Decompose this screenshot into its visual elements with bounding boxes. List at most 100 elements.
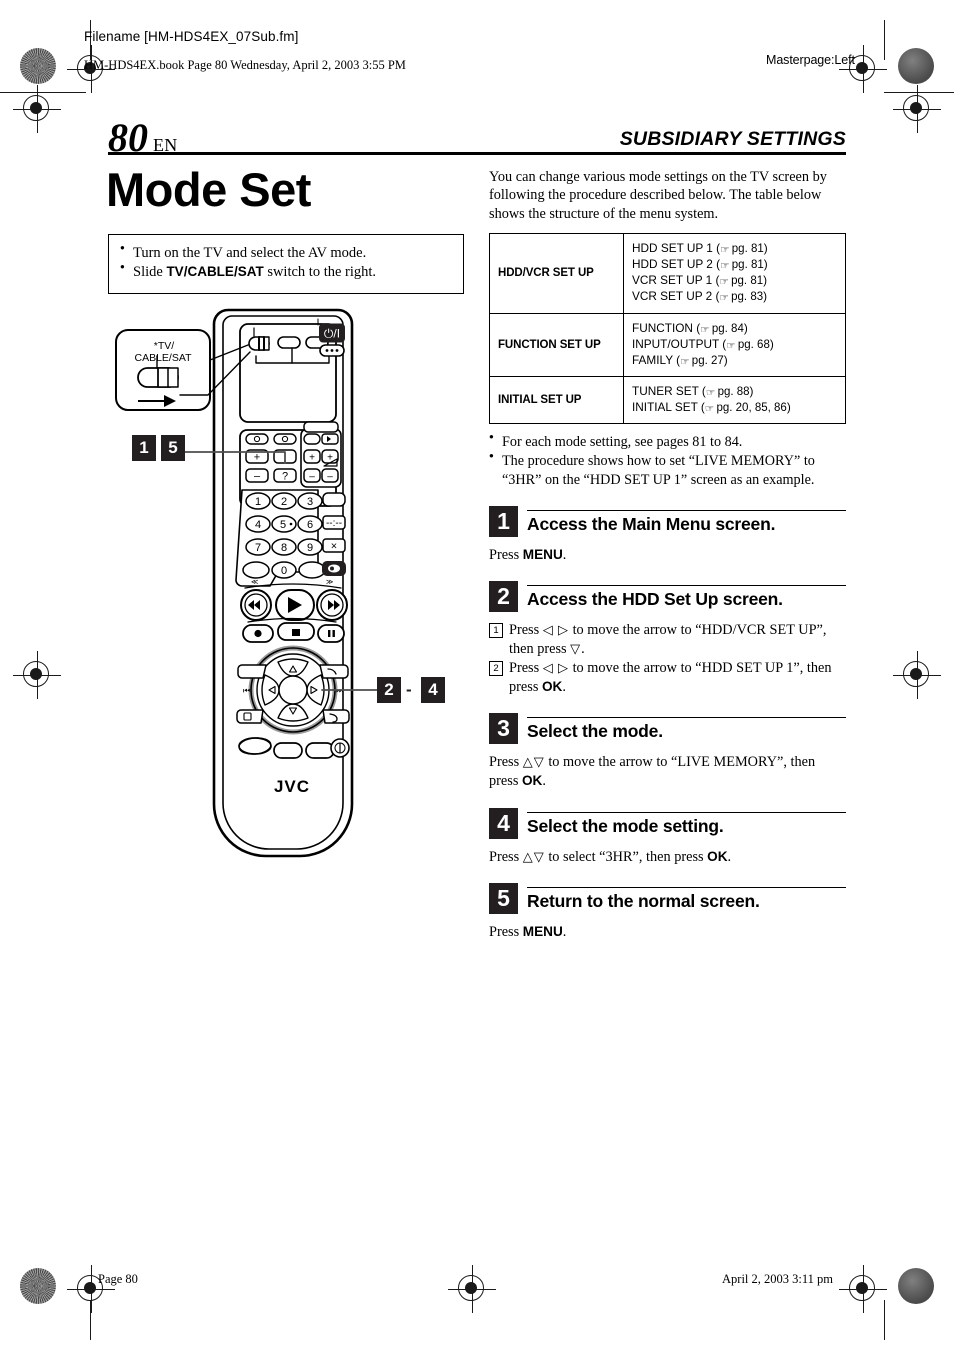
menu-item: HDD SET UP 2 (☞ pg. 81) [632,257,768,273]
step-2-substep-2: 2 Press ◁ ▷ to move the arrow to “HDD SET… [489,659,846,696]
pointing-hand-icon: ☞ [705,387,715,400]
menu-item-name: TUNER SET [632,384,699,399]
preparation-box: Turn on the TV and select the AV mode. S… [108,234,464,294]
registration-mark-bottom-right [839,1265,887,1313]
left-right-arrow-icon: ◁ ▷ [542,660,570,676]
svg-text:--:--: --:-- [326,518,342,529]
step-5-body-post: . [562,924,567,941]
registration-mark-right-middle [893,651,941,699]
preparation-list: Turn on the TV and select the AV mode. S… [120,243,452,283]
menu-item: VCR SET UP 1 (☞ pg. 81) [632,273,768,289]
section-title: SUBSIDIARY SETTINGS [619,128,846,150]
header-rule [108,152,846,155]
step-5-body: Press MENU. [489,923,846,942]
step-1-title-wrap: Access the Main Menu screen. [527,509,846,537]
menu-item-name: VCR SET UP 1 [632,273,713,288]
right-column: You can change various mode settings on … [489,168,846,942]
svg-text:1: 1 [255,496,261,508]
menu-item: INITIAL SET (☞ pg. 20, 85, 86) [632,400,791,416]
page-title: Mode Set [106,163,311,216]
substep-marker: 1 [489,623,503,639]
halftone-dot-bottom-right [898,1268,934,1304]
menu-structure-table: HDD/VCR SET UP HDD SET UP 1 (☞ pg. 81) H… [489,232,846,425]
step-1-key: MENU [522,546,563,562]
menu-item-pageref: pg. 27 [691,354,724,367]
substep-marker: 2 [489,661,503,677]
menu-item-pageref: pg. 68 [737,338,770,351]
step-1-title: Access the Main Menu screen. [527,513,776,534]
substep-post: . [562,678,566,695]
table-cell-items: HDD SET UP 1 (☞ pg. 81) HDD SET UP 2 (☞ … [623,232,846,314]
registration-mark-left-upper [13,85,61,133]
pointing-hand-icon: ☞ [700,323,709,336]
remote-control-illustration: ⏻/I + – ? + + – – 1 2 3 4 5 6 7 8 9 0 --… [108,300,464,880]
menu-item: VCR SET UP 2 (☞ pg. 83) [632,289,768,305]
intro-paragraph: You can change various mode settings on … [489,168,846,223]
step-3-body-pre: Press [489,754,523,771]
svg-text:CABLE/SAT: CABLE/SAT [135,352,193,364]
halftone-dot-bottom-left [20,1268,56,1304]
menu-item-pageref: pg. 81 [731,242,764,255]
menu-item-name: INITIAL SET [632,400,698,415]
pointing-hand-icon: ☞ [720,260,729,273]
step-2-body: 1 Press ◁ ▷ to move the arrow to “HDD/VCR… [489,621,846,696]
preparation-item-text-tail: switch to the right. [263,264,377,281]
step-2-title-wrap: Access the HDD Set Up screen. [527,585,846,612]
svg-text:9: 9 [307,542,313,554]
table-cell-category: HDD/VCR SET UP [489,232,624,314]
svg-text:4: 4 [255,519,261,531]
note-item: The procedure shows how to set “LIVE MEM… [489,451,846,488]
table-row: HDD/VCR SET UP HDD SET UP 1 (☞ pg. 81) H… [489,232,846,314]
menu-item-pageref: pg. 81 [731,275,764,288]
step-3-title: Select the mode. [527,721,663,742]
svg-text:≫: ≫ [326,579,333,586]
step-4-body-post: . [727,848,732,865]
table-cell-category: INITIAL SET UP [489,376,624,425]
step-1-number: 1 [489,505,518,537]
menu-item-name: FUNCTION [632,320,693,335]
table-row: FUNCTION SET UP FUNCTION (☞ pg. 84) INPU… [489,312,846,378]
callout-chip-step-1: 1 [133,436,155,460]
table-cell-items: TUNER SET (☞ pg. 88) INITIAL SET (☞ pg. … [623,376,846,425]
pointing-hand-icon: ☞ [680,355,689,368]
crop-line-bottom-left-vertical [90,1300,91,1340]
step-2-head: 2 Access the HDD Set Up screen. [489,581,846,613]
step-5-head: 5 Return to the normal screen. [489,883,846,915]
pointing-hand-icon: ☞ [726,339,735,352]
callout-chip-step-5: 5 [162,436,184,460]
svg-text:0: 0 [281,565,287,577]
preparation-item-bold: TV/CABLE/SAT [166,264,264,280]
step-4-number: 4 [489,807,518,839]
menu-item: TUNER SET (☞ pg. 88) [632,384,754,400]
step-2-substep-1: 1 Press ◁ ▷ to move the arrow to “HDD/VCR… [489,621,846,658]
svg-text:JVC: JVC [274,777,310,796]
callout-chip-step-4: 4 [422,678,444,702]
crop-line-bottom-right-vertical [884,1300,885,1340]
svg-text:7: 7 [255,542,261,554]
menu-item-pageref: pg. 88 [717,386,750,399]
step-1-body-post: . [562,546,567,563]
step-3-body: Press △▽ to move the arrow to “LIVE MEMO… [489,753,846,790]
table-cell-items: FUNCTION (☞ pg. 84) INPUT/OUTPUT (☞ pg. … [623,312,846,378]
registration-mark-left-middle [13,651,61,699]
crop-line-top-right-vertical [884,20,885,60]
pointing-hand-icon: ☞ [719,292,728,305]
table-row: INITIAL SET UP TUNER SET (☞ pg. 88) INIT… [489,376,846,425]
svg-text:⏻/I: ⏻/I [324,327,340,341]
footer-page-label: Page 80 [98,1272,138,1286]
halftone-dot-top-left [20,48,56,84]
step-1: 1 Access the Main Menu screen. Press MEN… [489,505,846,565]
step-5-title: Return to the normal screen. [527,891,760,912]
pointing-hand-icon: ☞ [719,276,728,289]
step-2-title: Access the HDD Set Up screen. [527,589,783,610]
left-right-arrow-icon: ◁ ▷ [542,622,570,638]
preparation-item: Slide TV/CABLE/SAT switch to the right. [120,262,452,282]
svg-text:?: ? [282,471,288,483]
step-4: 4 Select the mode setting. Press △▽ to s… [489,807,846,867]
pointing-hand-icon: ☞ [720,243,729,256]
step-4-head: 4 Select the mode setting. [489,807,846,839]
menu-item: FAMILY (☞ pg. 27) [632,352,728,368]
step-5-number: 5 [489,883,518,915]
callout-chip-step-2: 2 [378,678,400,702]
menu-item: FUNCTION (☞ pg. 84) [632,320,748,336]
